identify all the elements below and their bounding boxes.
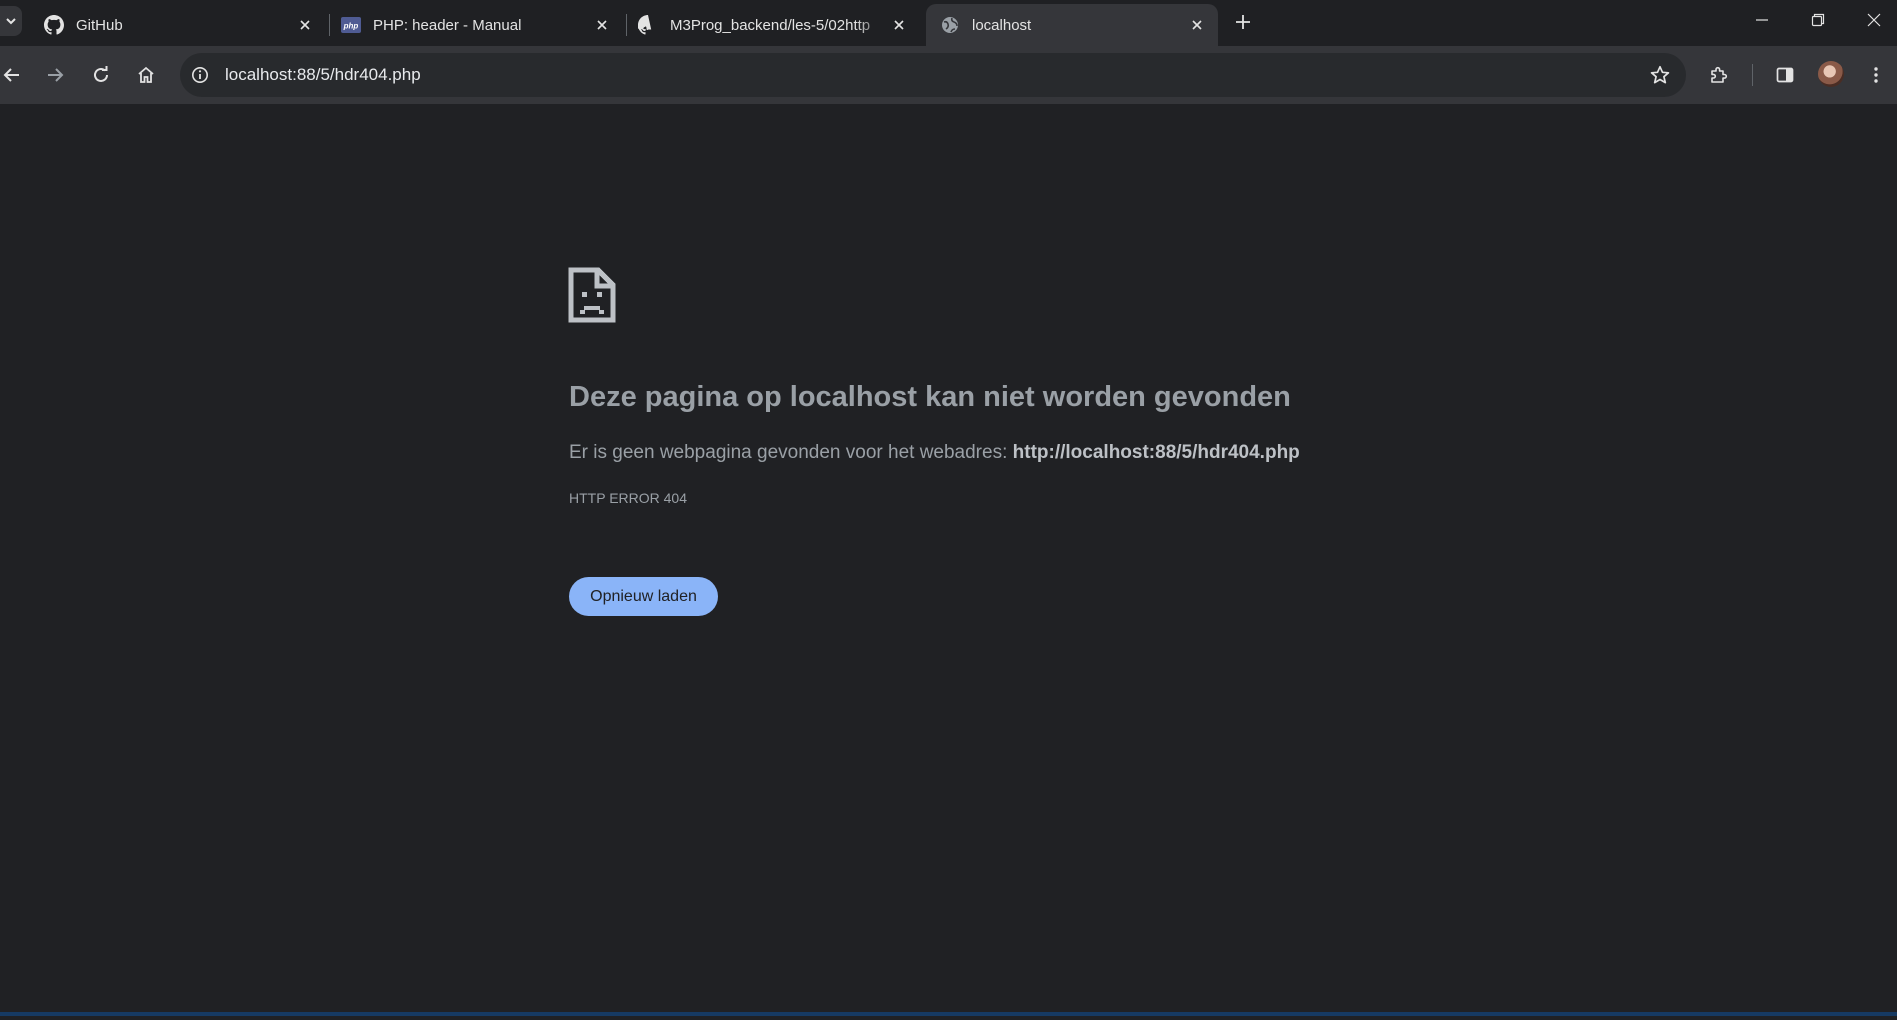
address-url[interactable]: localhost:88/5/hdr404.php: [225, 65, 1642, 85]
puzzle-icon: [1711, 66, 1728, 83]
profile-avatar[interactable]: [1818, 61, 1844, 87]
reload-button[interactable]: [83, 57, 119, 93]
minimize-icon: [1756, 19, 1768, 21]
browser-window: GitHub php PHP: header - Manual M3Prog_b…: [0, 0, 1897, 1020]
restore-icon: [1811, 13, 1825, 27]
close-icon[interactable]: [888, 14, 910, 36]
side-panel-button[interactable]: [1767, 57, 1803, 93]
bottom-edge: [0, 1012, 1897, 1016]
tab-github[interactable]: GitHub: [30, 4, 326, 46]
tab-php-manual[interactable]: php PHP: header - Manual: [327, 4, 623, 46]
browser-toolbar: localhost:88/5/hdr404.php: [0, 46, 1897, 104]
tab-title: PHP: header - Manual: [373, 16, 522, 34]
back-button[interactable]: [0, 57, 30, 93]
error-code: HTTP ERROR 404: [569, 490, 687, 506]
tab-title: GitHub: [76, 16, 123, 34]
home-button[interactable]: [128, 57, 164, 93]
chevron-down-icon: [6, 18, 16, 25]
more-vert-icon: [1874, 67, 1878, 83]
globe-icon: [940, 15, 960, 35]
address-bar[interactable]: localhost:88/5/hdr404.php: [180, 53, 1686, 97]
tab-localhost[interactable]: localhost: [926, 4, 1218, 46]
reload-page-button[interactable]: Opnieuw laden: [569, 577, 718, 616]
plus-icon: [1236, 15, 1250, 29]
tab-title: localhost: [972, 16, 1032, 34]
forward-button[interactable]: [37, 57, 73, 93]
sad-document-icon: [568, 267, 616, 323]
new-tab-button[interactable]: [1229, 8, 1257, 36]
home-icon: [138, 66, 154, 83]
minimize-button[interactable]: [1734, 0, 1790, 40]
tab-strip: GitHub php PHP: header - Manual M3Prog_b…: [0, 0, 1897, 46]
side-panel-icon: [1776, 67, 1794, 83]
close-window-button[interactable]: [1846, 0, 1897, 40]
arrow-right-icon: [48, 68, 64, 82]
star-icon[interactable]: [1642, 57, 1678, 93]
github-icon: [44, 15, 64, 35]
close-icon[interactable]: [1186, 14, 1208, 36]
close-icon[interactable]: [294, 14, 316, 36]
extensions-button[interactable]: [1701, 57, 1737, 93]
error-description: Er is geen webpagina gevonden voor het w…: [569, 442, 1300, 464]
github-icon: [638, 15, 658, 35]
svg-text:php: php: [343, 22, 359, 31]
restore-button[interactable]: [1790, 0, 1846, 40]
error-title: Deze pagina op localhost kan niet worden…: [569, 381, 1291, 413]
close-icon[interactable]: [591, 14, 613, 36]
error-description-text: Er is geen webpagina gevonden voor het w…: [569, 442, 1008, 463]
close-icon: [1867, 13, 1881, 27]
tab-github-repo[interactable]: M3Prog_backend/les-5/02http: [624, 4, 920, 46]
reload-icon: [94, 66, 108, 82]
tab-title: M3Prog_backend/les-5/02http: [670, 16, 871, 34]
page-content: Deze pagina op localhost kan niet worden…: [0, 104, 1897, 1016]
error-url: http://localhost:88/5/hdr404.php: [1012, 442, 1300, 463]
php-icon: php: [341, 15, 361, 35]
tab-search-button[interactable]: [0, 6, 22, 36]
toolbar-divider: [1752, 64, 1753, 86]
menu-button[interactable]: [1858, 57, 1894, 93]
arrow-left-icon: [3, 68, 19, 82]
info-icon[interactable]: [182, 57, 218, 93]
